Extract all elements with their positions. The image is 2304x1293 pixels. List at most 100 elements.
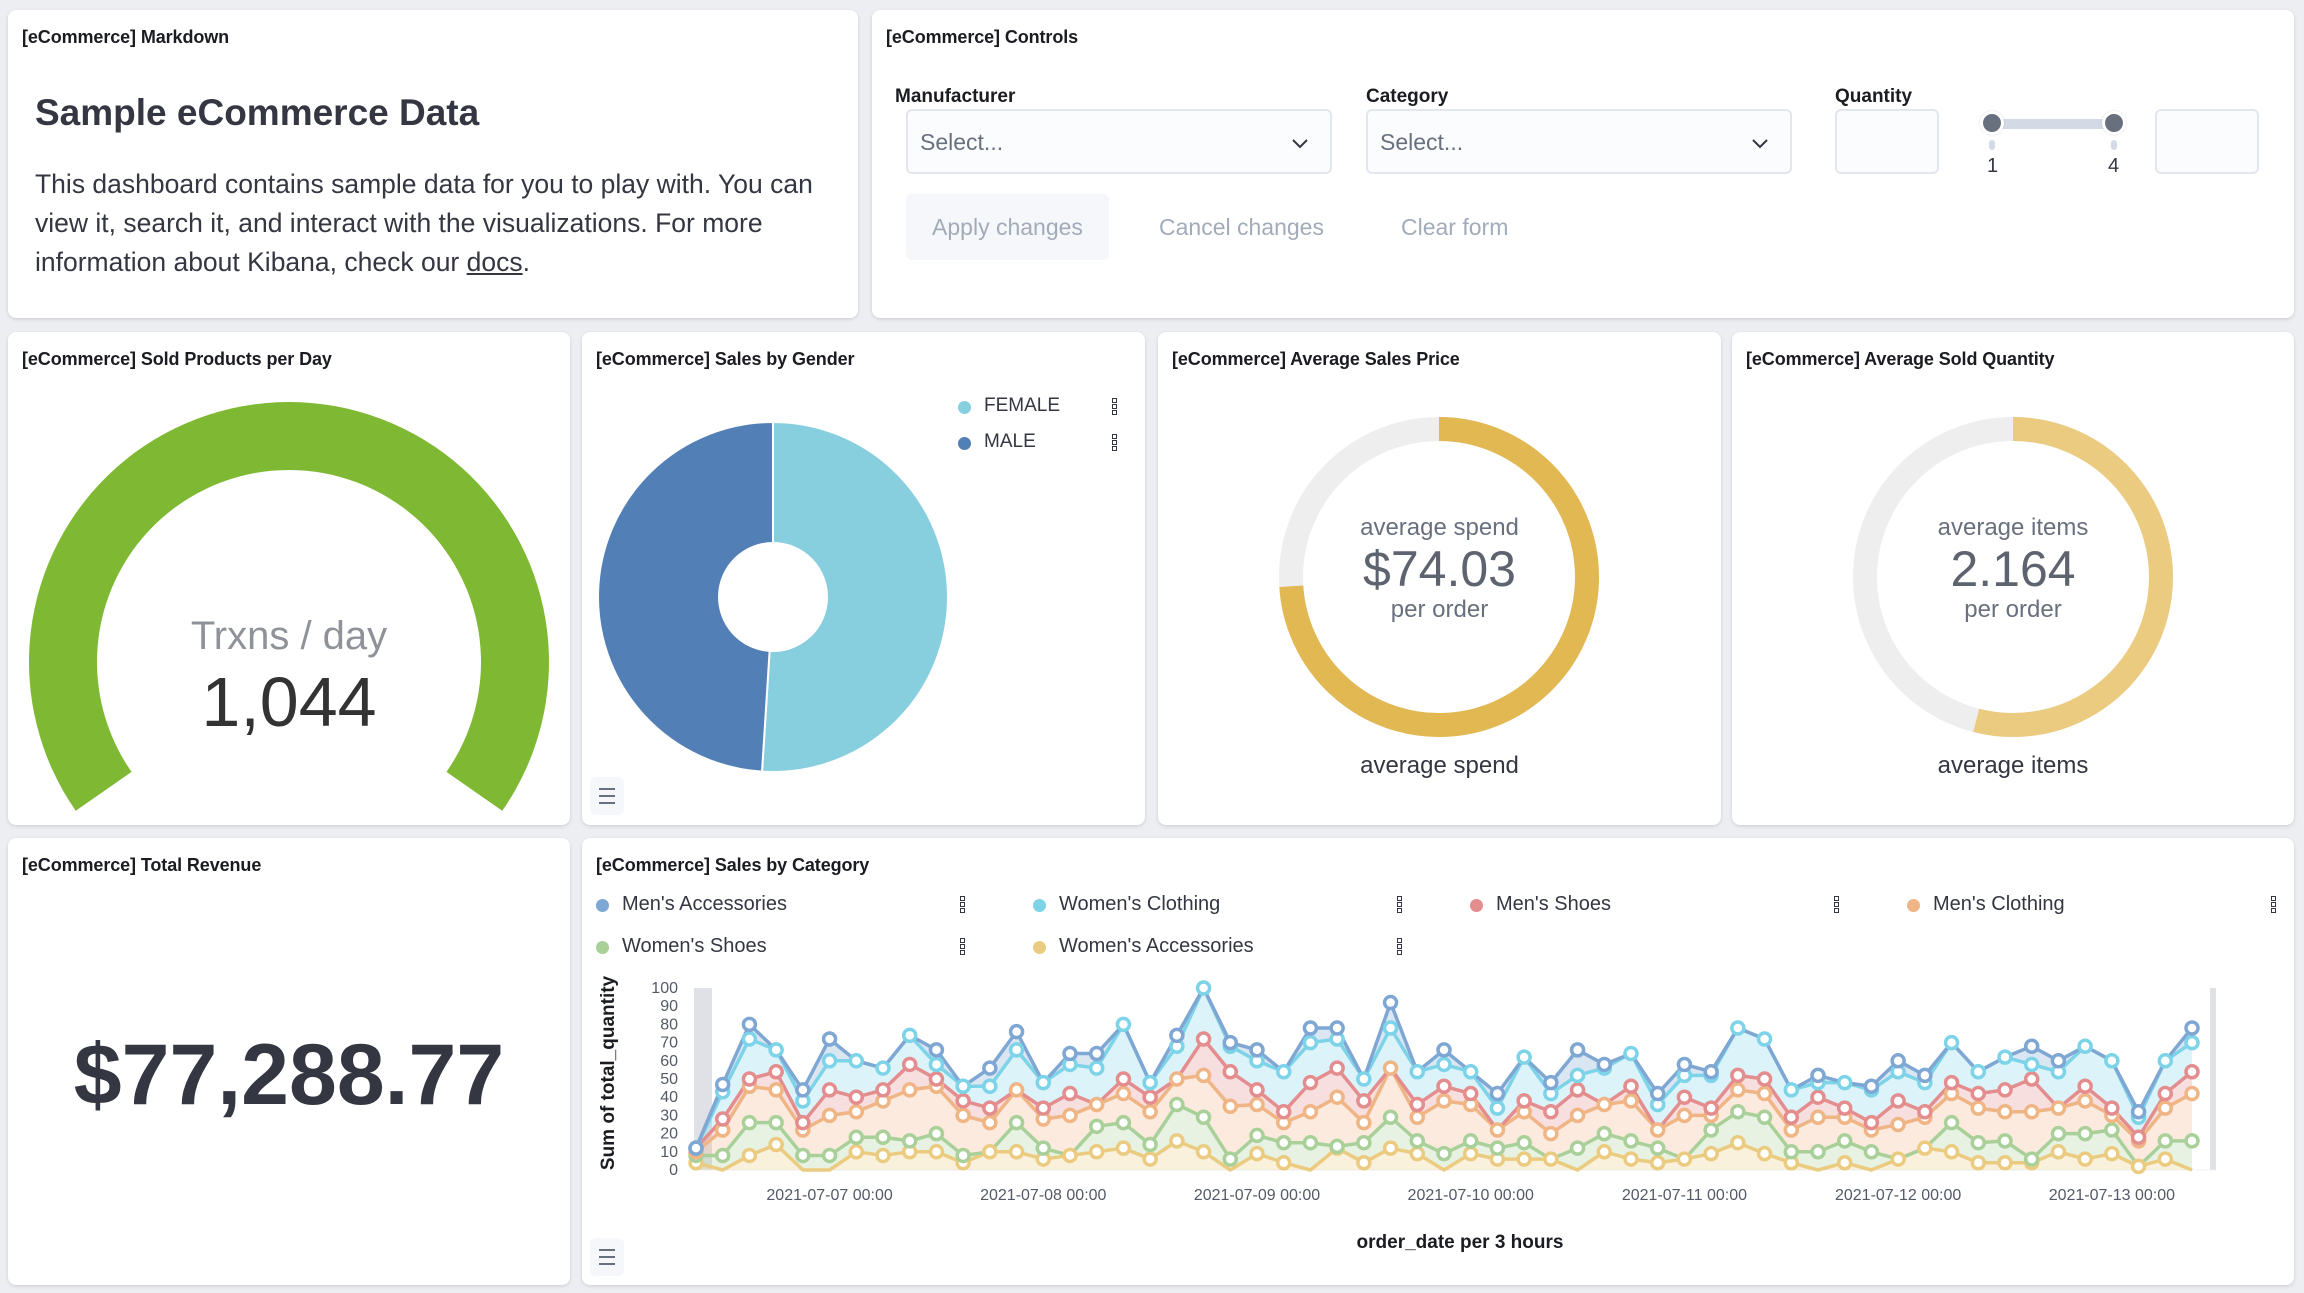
legend-toggle-button[interactable]	[590, 777, 624, 815]
data-point[interactable]	[1249, 1096, 1265, 1113]
data-point[interactable]	[1890, 1151, 1906, 1167]
data-point[interactable]	[1783, 1144, 1800, 1160]
data-point[interactable]	[1516, 1049, 1532, 1065]
data-point[interactable]	[1569, 1107, 1586, 1124]
data-point[interactable]	[1436, 1042, 1452, 1058]
data-point[interactable]	[1730, 1104, 1746, 1120]
data-point[interactable]	[714, 1147, 731, 1164]
data-point[interactable]	[1142, 1151, 1158, 1167]
data-point[interactable]	[1088, 1060, 1105, 1076]
data-point[interactable]	[1329, 1138, 1345, 1155]
data-point[interactable]	[1062, 1147, 1078, 1164]
quantity-slider-min-thumb[interactable]	[1980, 111, 2004, 135]
data-point[interactable]	[1543, 1074, 1559, 1091]
data-point[interactable]	[795, 1147, 811, 1164]
data-point[interactable]	[1195, 1144, 1212, 1160]
data-point[interactable]	[768, 1114, 784, 1131]
data-point[interactable]	[928, 1125, 945, 1142]
data-point[interactable]	[2184, 1133, 2200, 1149]
data-point[interactable]	[1703, 1100, 1719, 1116]
data-point[interactable]	[2077, 1093, 2093, 1109]
data-point[interactable]	[1836, 1074, 1853, 1091]
data-point[interactable]	[1169, 1027, 1185, 1044]
data-point[interactable]	[901, 1133, 918, 1149]
data-point[interactable]	[741, 1031, 758, 1047]
data-point[interactable]	[2050, 1144, 2067, 1160]
data-point[interactable]	[1970, 1134, 1987, 1151]
data-point[interactable]	[1943, 1034, 1960, 1051]
data-point[interactable]	[1409, 1133, 1426, 1149]
data-point[interactable]	[955, 1078, 971, 1095]
data-point[interactable]	[1997, 1049, 2013, 1065]
data-point[interactable]	[1035, 1100, 1052, 1116]
legend-options-icon[interactable]	[1112, 398, 1118, 416]
data-point[interactable]	[1649, 1140, 1666, 1156]
data-point[interactable]	[1836, 1133, 1853, 1149]
data-point[interactable]	[1943, 1114, 1960, 1131]
data-point[interactable]	[1516, 1093, 1532, 1109]
data-point[interactable]	[1302, 1074, 1319, 1091]
data-point[interactable]	[1756, 1145, 1773, 1162]
data-point[interactable]	[741, 1016, 758, 1033]
data-point[interactable]	[1543, 1151, 1559, 1167]
data-point[interactable]	[1115, 1016, 1132, 1033]
data-point[interactable]	[1623, 1093, 1639, 1109]
data-point[interactable]	[795, 1082, 811, 1098]
data-point[interactable]	[1810, 1144, 1826, 1160]
data-point[interactable]	[2023, 1071, 2040, 1087]
data-point[interactable]	[1917, 1104, 1933, 1120]
data-point[interactable]	[1462, 1145, 1479, 1162]
quantity-slider-max-thumb[interactable]	[2102, 111, 2126, 135]
clear-form-button[interactable]: Clear form	[1401, 194, 1508, 260]
data-point[interactable]	[875, 1060, 891, 1076]
data-point[interactable]	[1810, 1089, 1826, 1105]
data-point[interactable]	[1302, 1034, 1319, 1051]
data-point[interactable]	[2050, 1100, 2067, 1116]
data-point[interactable]	[1382, 1140, 1399, 1156]
legend-toggle-button[interactable]	[590, 1238, 624, 1276]
data-point[interactable]	[955, 1147, 971, 1164]
data-point[interactable]	[1008, 1023, 1025, 1040]
data-point[interactable]	[1008, 1042, 1025, 1058]
data-point[interactable]	[1516, 1134, 1532, 1151]
data-point[interactable]	[1142, 1136, 1158, 1153]
data-point[interactable]	[1436, 1078, 1452, 1095]
data-point[interactable]	[1703, 1063, 1719, 1080]
quantity-min-input[interactable]	[1835, 109, 1939, 174]
data-point[interactable]	[2077, 1038, 2093, 1054]
data-point[interactable]	[875, 1147, 891, 1164]
data-point[interactable]	[1917, 1140, 1933, 1156]
data-point[interactable]	[1676, 1056, 1693, 1073]
data-point[interactable]	[1409, 1109, 1426, 1125]
data-point[interactable]	[1115, 1071, 1132, 1087]
data-point[interactable]	[2104, 1145, 2120, 1162]
quantity-max-input[interactable]	[2155, 109, 2259, 174]
data-point[interactable]	[714, 1111, 731, 1127]
data-point[interactable]	[1249, 1127, 1265, 1144]
quantity-slider-track[interactable]	[1987, 119, 2113, 129]
data-point[interactable]	[2184, 1063, 2200, 1080]
data-point[interactable]	[1142, 1074, 1158, 1091]
data-point[interactable]	[1356, 1071, 1372, 1087]
data-point[interactable]	[1810, 1067, 1826, 1084]
data-point[interactable]	[768, 1063, 784, 1080]
data-point[interactable]	[1222, 1098, 1239, 1115]
data-point[interactable]	[1329, 1089, 1345, 1105]
data-point[interactable]	[2023, 1151, 2040, 1167]
data-point[interactable]	[875, 1082, 891, 1098]
data-point[interactable]	[1115, 1140, 1132, 1156]
data-point[interactable]	[982, 1078, 998, 1095]
data-point[interactable]	[928, 1042, 945, 1058]
data-point[interactable]	[1783, 1122, 1800, 1138]
data-point[interactable]	[1890, 1053, 1906, 1069]
data-point[interactable]	[1195, 980, 1212, 996]
data-point[interactable]	[2130, 1129, 2147, 1145]
docs-link[interactable]: docs	[467, 247, 523, 277]
legend-item-male[interactable]: MALE	[958, 428, 1128, 464]
data-point[interactable]	[1115, 1114, 1132, 1131]
data-point[interactable]	[1195, 1067, 1212, 1084]
data-point[interactable]	[2157, 1151, 2174, 1167]
data-point[interactable]	[2023, 1038, 2040, 1054]
data-point[interactable]	[1142, 1089, 1158, 1105]
data-point[interactable]	[1275, 1063, 1292, 1080]
